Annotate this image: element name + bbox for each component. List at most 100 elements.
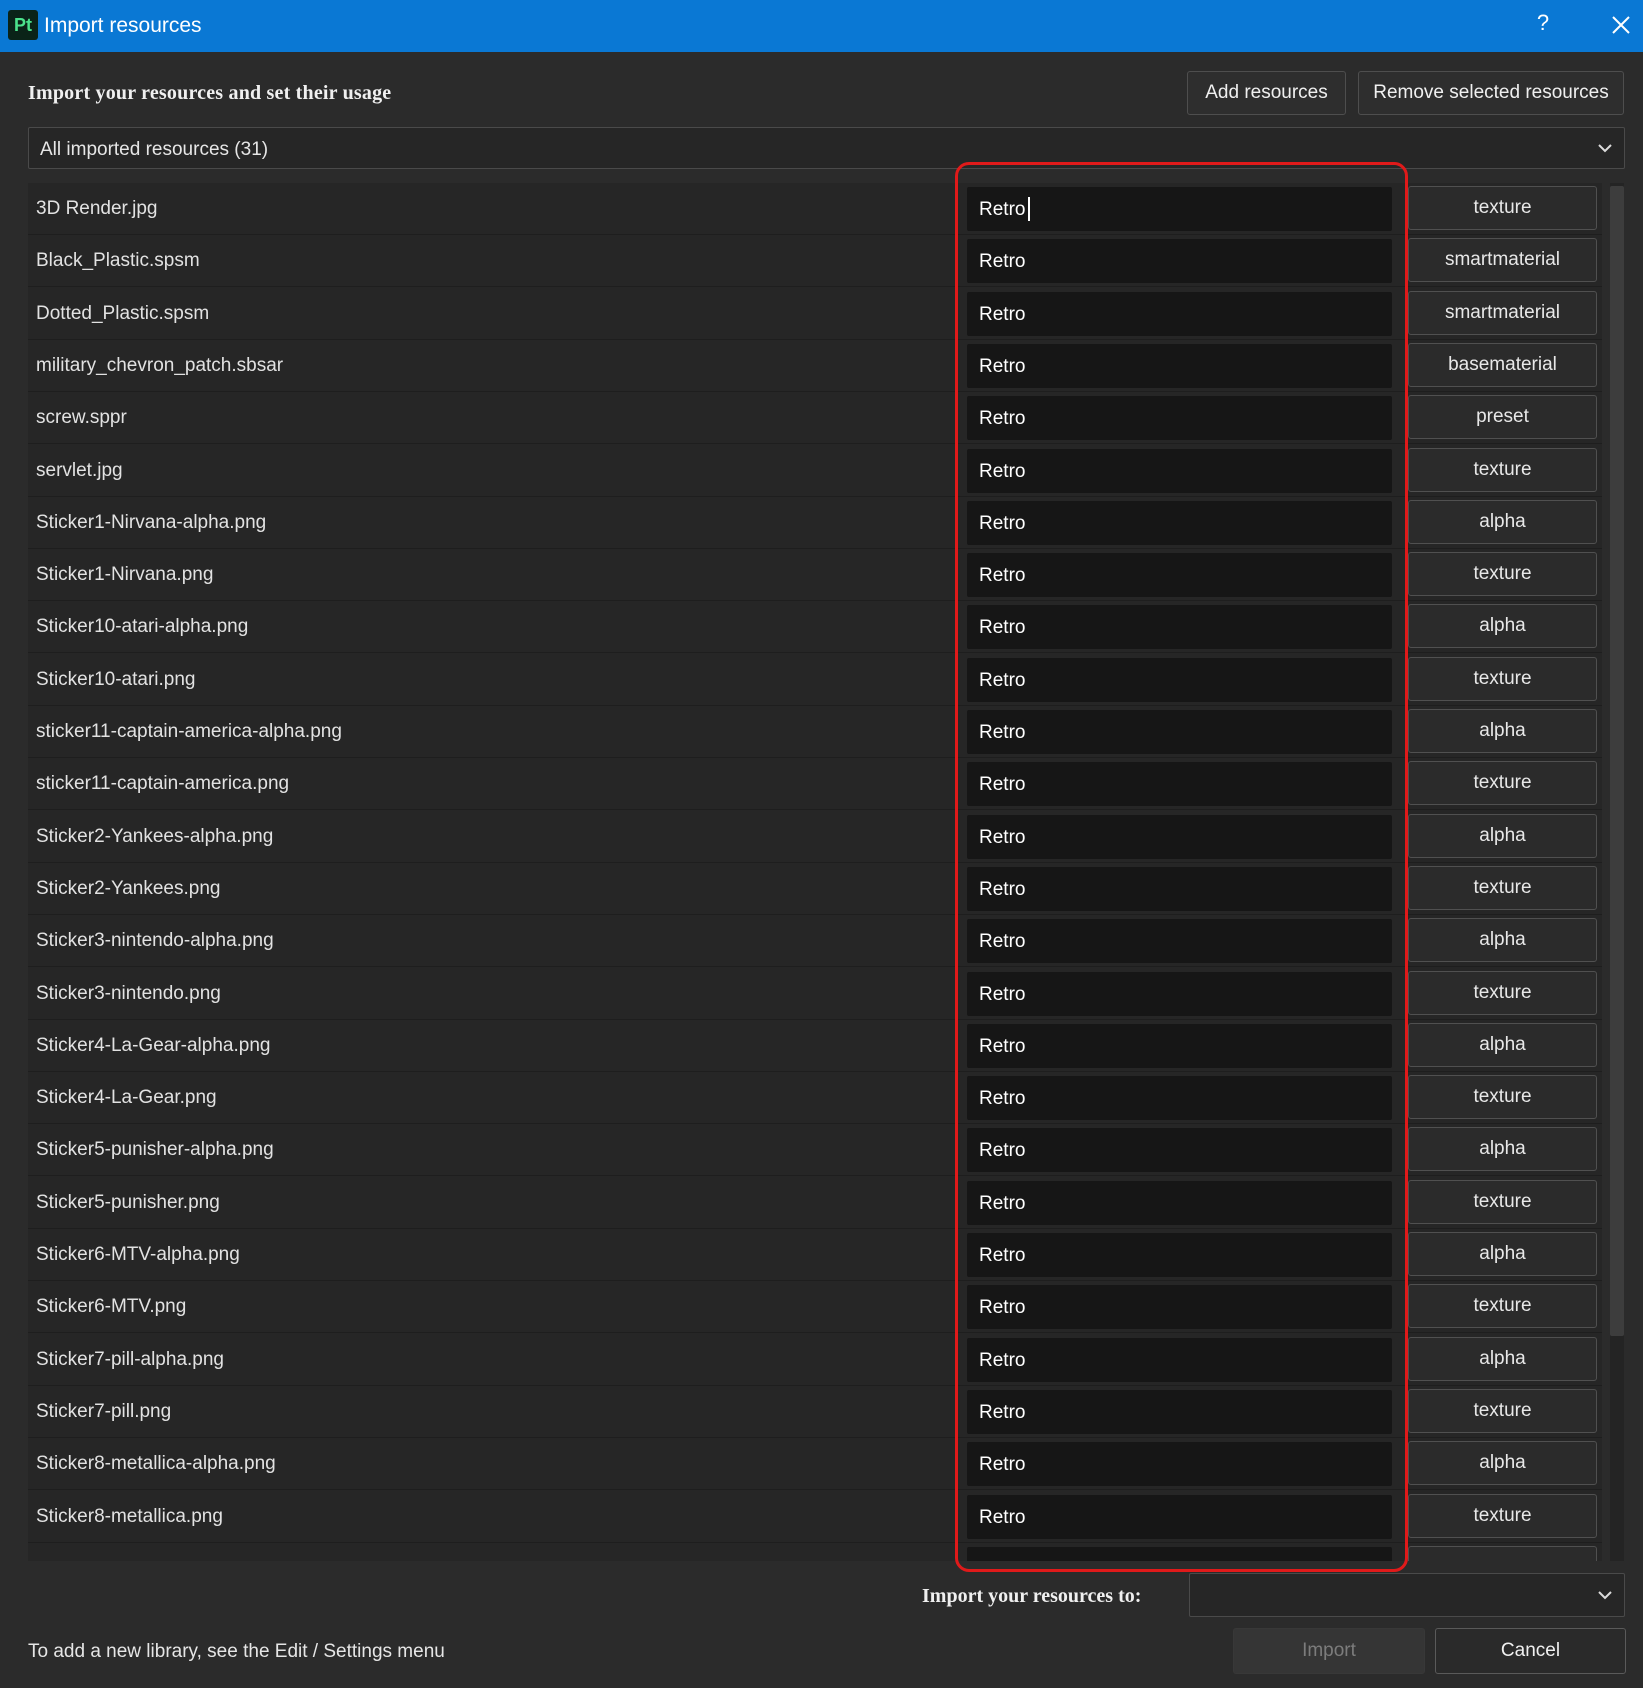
resource-tag-input[interactable]: Retro [967, 553, 1392, 597]
resource-row[interactable]: Sticker1-Nirvana.png Retro texture [28, 549, 1602, 601]
resource-tag-input[interactable]: Retro [967, 396, 1392, 440]
remove-selected-resources-button[interactable]: Remove selected resources [1358, 71, 1624, 115]
resource-tag-input[interactable]: Retro [967, 658, 1392, 702]
resource-tag-input[interactable]: Retro [967, 1181, 1392, 1225]
resource-tag-input[interactable]: Retro [967, 187, 1392, 231]
resource-type-button[interactable]: texture [1408, 1389, 1597, 1433]
resource-type-button[interactable]: alpha [1408, 1337, 1597, 1381]
resource-row[interactable]: Sticker2-Yankees.png Retro texture [28, 863, 1602, 915]
resource-type-button[interactable]: texture [1408, 448, 1597, 492]
resource-type-button[interactable]: smartmaterial [1408, 291, 1597, 335]
resource-list[interactable]: 3D Render.jpg Retro texture Black_Plastic.s… [28, 183, 1602, 1561]
resource-tag-input[interactable]: Retro [967, 815, 1392, 859]
resource-type-button[interactable]: alpha [1408, 604, 1597, 648]
resource-type-button[interactable]: smartmaterial [1408, 238, 1597, 282]
destination-dropdown[interactable] [1189, 1573, 1625, 1617]
resource-type-button[interactable]: texture [1408, 1180, 1597, 1224]
resource-row[interactable]: Sticker10-atari.png Retro texture [28, 654, 1602, 706]
resource-tag-input[interactable]: Retro [967, 1495, 1392, 1539]
resource-row[interactable]: Sticker4-La-Gear-alpha.png Retro alpha [28, 1020, 1602, 1072]
resource-row[interactable]: Sticker8-metallica.png Retro texture [28, 1491, 1602, 1543]
resource-tag-input[interactable]: Retro [967, 449, 1392, 493]
resource-tag-input[interactable]: Retro [967, 344, 1392, 388]
resource-type-button[interactable]: texture [1408, 1494, 1597, 1538]
resource-tag-input[interactable]: Retro [967, 292, 1392, 336]
resource-filter-dropdown[interactable]: All imported resources (31) [28, 127, 1625, 169]
resource-row[interactable]: sticker11-captain-america-alpha.png Retro… [28, 706, 1602, 758]
resource-row[interactable]: servlet.jpg Retro texture [28, 445, 1602, 497]
resource-row[interactable]: Black_Plastic.spsm Retro smartmaterial [28, 235, 1602, 287]
resource-tag-input[interactable]: Retro [967, 867, 1392, 911]
resource-type-button[interactable]: alpha [1408, 1232, 1597, 1276]
resource-type-button[interactable]: alpha [1408, 918, 1597, 962]
resource-tag-input[interactable]: Retro [967, 605, 1392, 649]
scrollbar-thumb[interactable] [1610, 186, 1624, 1336]
resource-row[interactable]: screw.sppr Retro preset [28, 392, 1602, 444]
resource-type-button[interactable]: alpha [1408, 1441, 1597, 1485]
close-button[interactable] [1604, 8, 1638, 42]
resource-type-button[interactable]: texture [1408, 971, 1597, 1015]
painter-logo-icon: Pt [8, 10, 38, 40]
resource-row[interactable]: Sticker3-nintendo-alpha.png Retro alpha [28, 915, 1602, 967]
resource-row[interactable]: Sticker7-pill.png Retro texture [28, 1386, 1602, 1438]
resource-type-button[interactable]: alpha [1408, 814, 1597, 858]
resource-row[interactable]: 3D Render.jpg Retro texture [28, 183, 1602, 235]
resource-type-button[interactable]: texture [1408, 866, 1597, 910]
resource-type-button[interactable]: alpha [1408, 1127, 1597, 1171]
resource-tag-value: Retro [979, 931, 1026, 952]
resource-type-button[interactable]: texture [1408, 657, 1597, 701]
resource-tag-input[interactable]: Retro [967, 1390, 1392, 1434]
help-button[interactable]: ? [1528, 10, 1558, 42]
resource-row[interactable]: Sticker5-punisher-alpha.png Retro alpha [28, 1124, 1602, 1176]
resource-type-button[interactable]: texture [1408, 761, 1597, 805]
resource-tag-input[interactable]: Retro [967, 1076, 1392, 1120]
resource-tag-value: Retro [979, 1402, 1026, 1423]
resource-type-button[interactable]: alpha [1408, 1023, 1597, 1067]
resource-row[interactable] [28, 1543, 1602, 1561]
resource-name: military_chevron_patch.sbsar [36, 355, 284, 376]
resource-name: Sticker5-punisher.png [36, 1192, 220, 1213]
resource-row[interactable]: Sticker5-punisher.png Retro texture [28, 1177, 1602, 1229]
resource-row[interactable]: Sticker6-MTV-alpha.png Retro alpha [28, 1229, 1602, 1281]
import-button[interactable]: Import [1233, 1628, 1425, 1674]
resource-row[interactable]: Sticker6-MTV.png Retro texture [28, 1281, 1602, 1333]
resource-type-button[interactable]: alpha [1408, 500, 1597, 544]
resource-tag-input[interactable]: Retro [967, 919, 1392, 963]
resource-tag-input[interactable]: Retro [967, 762, 1392, 806]
resource-tag-value: Retro [979, 1507, 1026, 1528]
resource-type-button[interactable]: preset [1408, 395, 1597, 439]
resource-tag-value: Retro [979, 1245, 1026, 1266]
resource-tag-value: Retro [979, 774, 1026, 795]
resource-row[interactable]: Sticker4-La-Gear.png Retro texture [28, 1072, 1602, 1124]
resource-row[interactable]: sticker11-captain-america.png Retro textur… [28, 758, 1602, 810]
resource-row[interactable]: Sticker3-nintendo.png Retro texture [28, 968, 1602, 1020]
resource-tag-input[interactable]: Retro [967, 1024, 1392, 1068]
resource-type-button[interactable]: alpha [1408, 709, 1597, 753]
resource-row[interactable]: Sticker1-Nirvana-alpha.png Retro alpha [28, 497, 1602, 549]
resource-type-button[interactable]: texture [1408, 1075, 1597, 1119]
resource-type-button[interactable]: texture [1408, 1284, 1597, 1328]
resource-tag-input[interactable]: Retro [967, 1285, 1392, 1329]
resource-tag-input[interactable]: Retro [967, 1442, 1392, 1486]
text-cursor [1028, 197, 1030, 221]
resource-row[interactable]: Sticker8-metallica-alpha.png Retro alpha [28, 1438, 1602, 1490]
resource-tag-input[interactable]: Retro [967, 1128, 1392, 1172]
resource-tag-input[interactable]: Retro [967, 972, 1392, 1016]
resource-tag-input[interactable]: Retro [967, 710, 1392, 754]
resource-tag-input[interactable]: Retro [967, 239, 1392, 283]
resource-type-button[interactable]: texture [1408, 186, 1597, 230]
resource-tag-input[interactable]: Retro [967, 501, 1392, 545]
add-resources-button[interactable]: Add resources [1187, 71, 1346, 115]
resource-row[interactable]: Dotted_Plastic.spsm Retro smartmaterial [28, 288, 1602, 340]
resource-row[interactable]: Sticker10-atari-alpha.png Retro alpha [28, 601, 1602, 653]
resource-tag-input[interactable]: Retro [967, 1338, 1392, 1382]
cancel-button[interactable]: Cancel [1435, 1628, 1626, 1674]
resource-tag-input[interactable]: Retro [967, 1233, 1392, 1277]
resource-row[interactable]: Sticker2-Yankees-alpha.png Retro alpha [28, 811, 1602, 863]
resource-row[interactable]: military_chevron_patch.sbsar Retro basemat… [28, 340, 1602, 392]
resource-type-button[interactable]: basematerial [1408, 343, 1597, 387]
resource-type-button[interactable] [1408, 1546, 1597, 1561]
resource-type-button[interactable]: texture [1408, 552, 1597, 596]
resource-row[interactable]: Sticker7-pill-alpha.png Retro alpha [28, 1334, 1602, 1386]
resource-tag-input[interactable] [967, 1547, 1392, 1561]
